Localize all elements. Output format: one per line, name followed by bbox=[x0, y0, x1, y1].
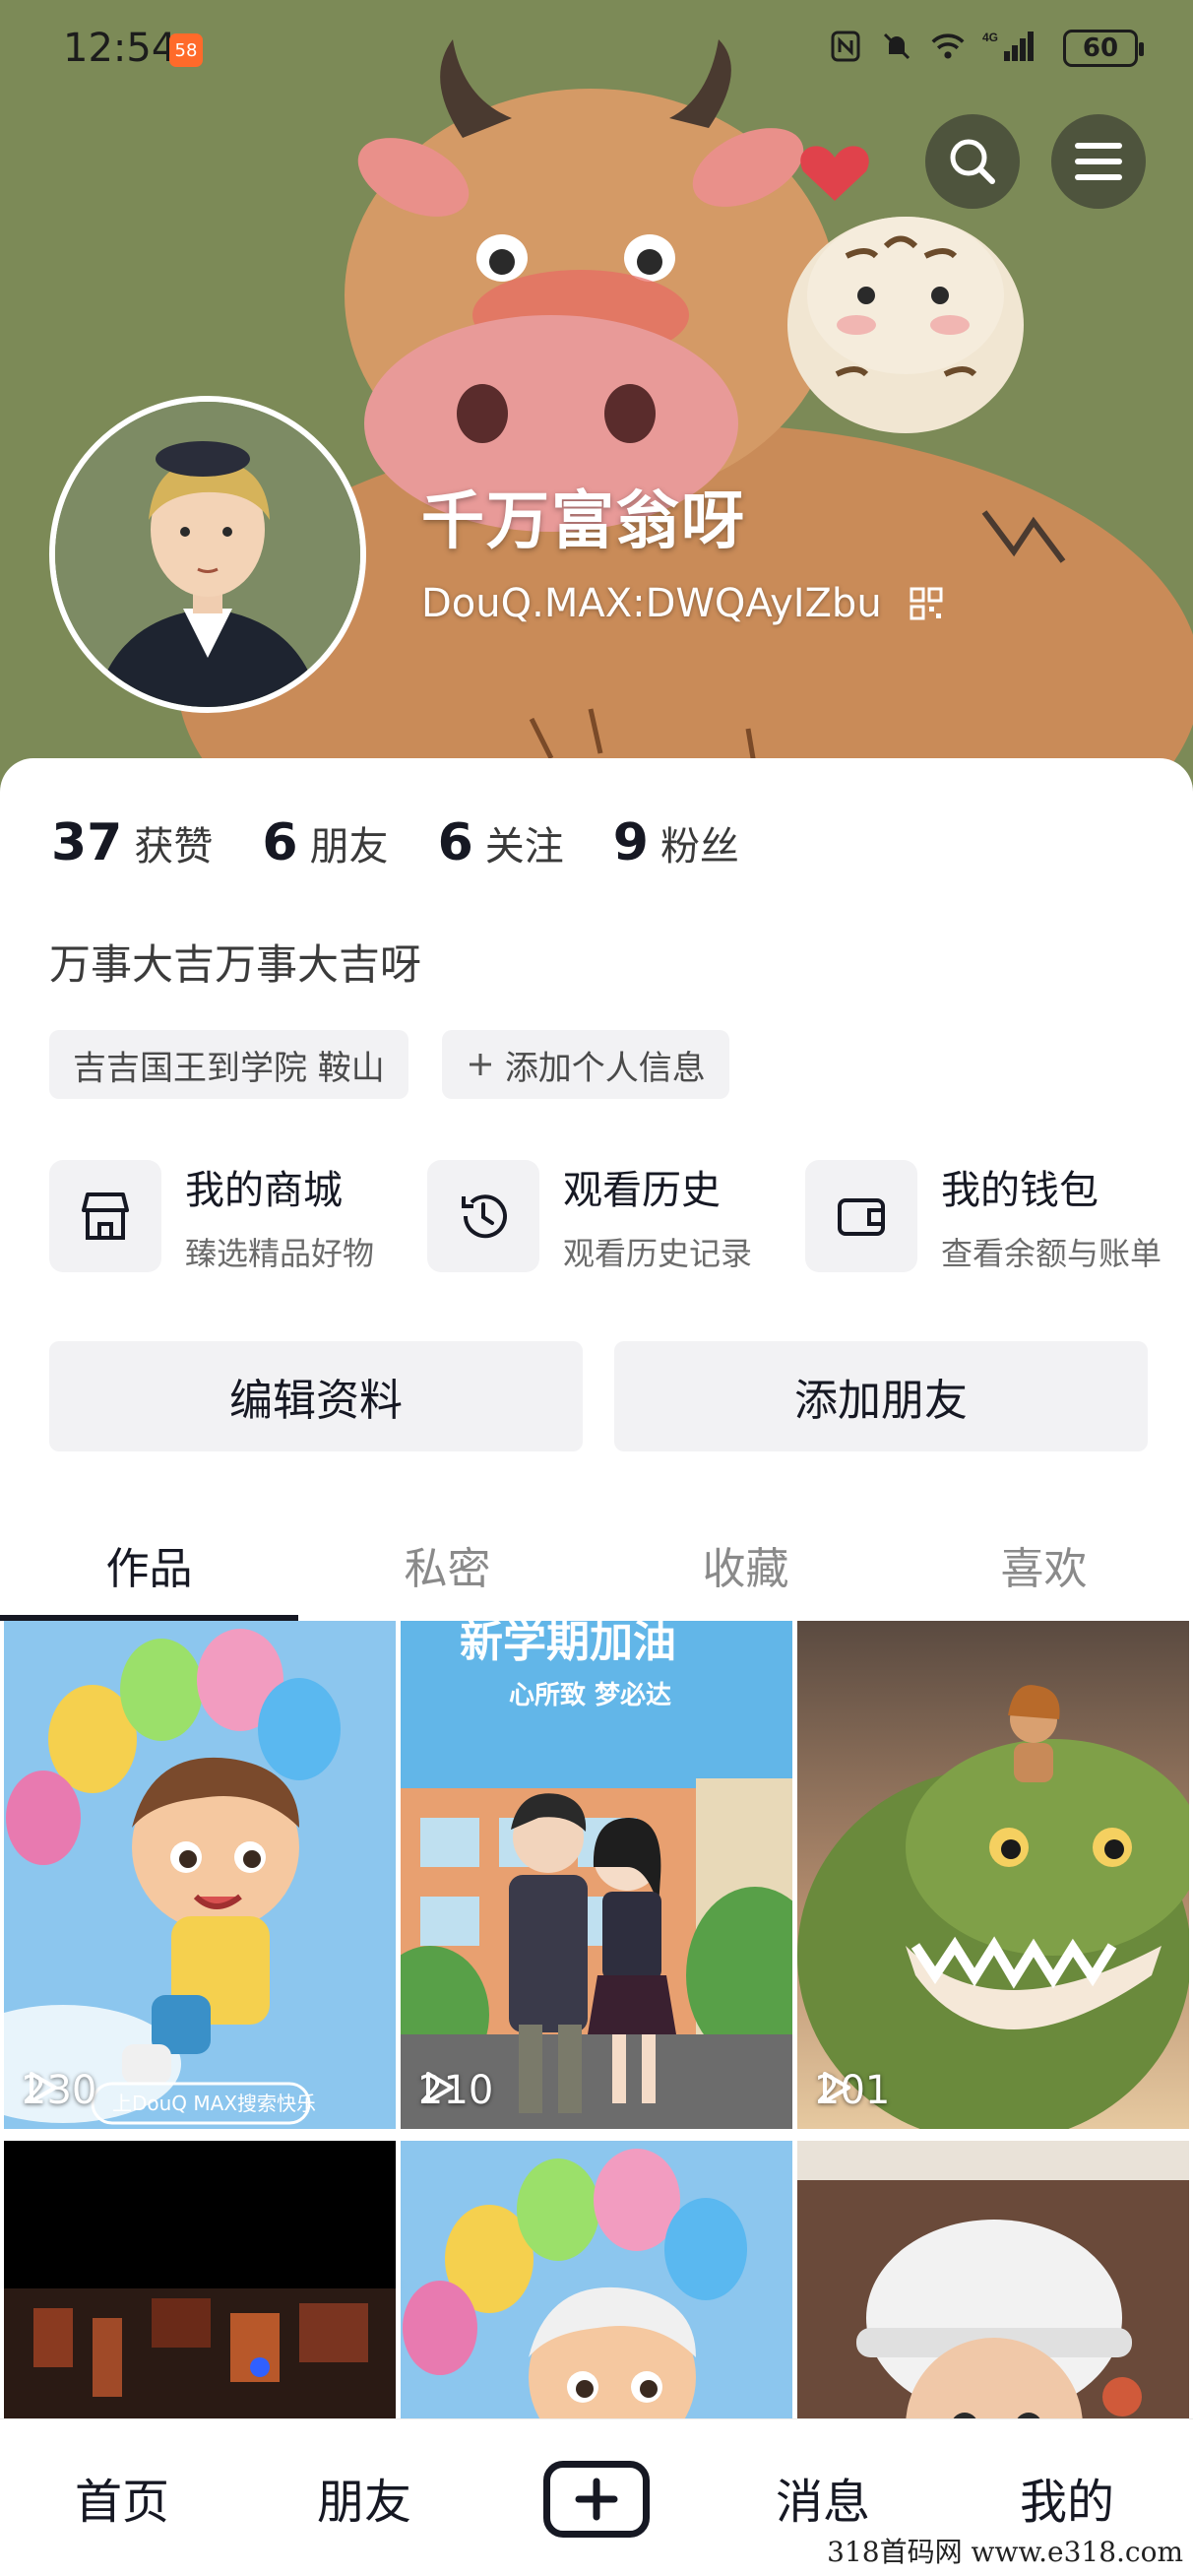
history-icon bbox=[426, 1160, 539, 1272]
nav-friends[interactable]: 朋友 bbox=[317, 2463, 411, 2532]
stat-label: 朋友 bbox=[309, 824, 389, 869]
nfc-icon bbox=[829, 30, 862, 63]
battery-indicator: 60 bbox=[1063, 30, 1144, 67]
plus-icon bbox=[575, 2478, 618, 2521]
watermark-text: 318首码网 www.e318.com bbox=[827, 2536, 1183, 2568]
tab-private[interactable]: 私密 bbox=[298, 1507, 596, 1623]
service-title: 观看历史 bbox=[562, 1168, 721, 1213]
mute-bell-icon bbox=[880, 30, 913, 63]
stats-row: 37 获赞 6 朋友 6 关注 9 粉丝 bbox=[51, 813, 739, 872]
tab-favorites[interactable]: 收藏 bbox=[596, 1507, 895, 1623]
video-tile[interactable]: 新学期加油 心所致 梦必达 210 bbox=[401, 1621, 792, 2129]
stat-value: 6 bbox=[262, 813, 298, 872]
service-subtitle: 臻选精品好物 bbox=[185, 1235, 375, 1272]
bottom-navigation: 首页 朋友 消息 我的 318首码网 www.e318.com bbox=[0, 2418, 1193, 2576]
service-subtitle: 观看历史记录 bbox=[562, 1235, 752, 1272]
service-title: 我的钱包 bbox=[940, 1168, 1099, 1213]
create-button[interactable] bbox=[543, 2461, 650, 2538]
video-tile[interactable]: 上DouQ MAX搜索快乐 230 bbox=[4, 1621, 396, 2129]
edit-profile-button[interactable]: 编辑资料 bbox=[49, 1341, 583, 1451]
video-overlay-text: 新学期加油 bbox=[460, 1621, 676, 1667]
stat-followers[interactable]: 9 粉丝 bbox=[613, 813, 739, 872]
service-store[interactable]: 我的商城 臻选精品好物 bbox=[49, 1158, 374, 1274]
stat-value: 9 bbox=[612, 813, 649, 872]
search-button[interactable] bbox=[925, 114, 1020, 209]
video-tile[interactable]: 201 bbox=[797, 1621, 1189, 2129]
play-icon bbox=[823, 2072, 850, 2103]
stat-value: 37 bbox=[51, 813, 123, 872]
stat-value: 6 bbox=[437, 813, 473, 872]
nav-home[interactable]: 首页 bbox=[75, 2463, 169, 2532]
account-id-row[interactable]: DouQ.MAX:DWQAyIZbu bbox=[421, 581, 943, 626]
app-notification-badge: 58 bbox=[169, 33, 203, 67]
avatar-image bbox=[55, 402, 360, 707]
stat-following[interactable]: 6 关注 bbox=[438, 813, 564, 872]
play-count: 201 bbox=[815, 2068, 890, 2113]
stat-friends[interactable]: 6 朋友 bbox=[262, 813, 388, 872]
play-count: 230 bbox=[22, 2068, 96, 2113]
stat-likes[interactable]: 37 获赞 bbox=[51, 813, 213, 872]
nav-me[interactable]: 我的 bbox=[1020, 2463, 1114, 2532]
search-icon bbox=[950, 139, 995, 184]
service-subtitle: 查看余额与账单 bbox=[940, 1235, 1162, 1272]
service-title: 我的商城 bbox=[185, 1168, 343, 1213]
add-friends-button[interactable]: 添加朋友 bbox=[614, 1341, 1148, 1451]
avatar[interactable] bbox=[49, 396, 366, 713]
services-row: 我的商城 臻选精品好物 观看历史 观看历史记录 我的钱包 查看余额与账单 bbox=[49, 1158, 1162, 1274]
tab-likes[interactable]: 喜欢 bbox=[895, 1507, 1193, 1623]
video-thumbnail bbox=[797, 1621, 1189, 2129]
play-icon bbox=[426, 2072, 454, 2103]
tab-works[interactable]: 作品 bbox=[0, 1507, 298, 1623]
stat-label: 粉丝 bbox=[659, 824, 739, 869]
profile-nickname: 千万富翁呀 bbox=[421, 485, 746, 558]
svg-text:4G: 4G bbox=[982, 31, 998, 44]
location-tag-label: 吉吉国王到学院 鞍山 bbox=[73, 1048, 385, 1088]
stat-label: 获赞 bbox=[134, 824, 214, 869]
add-info-label: 添加个人信息 bbox=[504, 1048, 706, 1088]
status-time: 12:54 bbox=[63, 26, 177, 71]
content-tabs: 作品 私密 收藏 喜欢 bbox=[0, 1507, 1193, 1623]
menu-button[interactable] bbox=[1051, 114, 1146, 209]
wifi-icon bbox=[931, 30, 965, 63]
play-icon bbox=[30, 2072, 57, 2103]
nav-messages[interactable]: 消息 bbox=[776, 2463, 870, 2532]
status-bar: 12:54 58 4G 60 bbox=[0, 0, 1193, 98]
plus-icon bbox=[469, 1054, 491, 1075]
account-id: DouQ.MAX:DWQAyIZbu bbox=[421, 581, 882, 626]
store-icon bbox=[49, 1160, 161, 1272]
video-thumbnail: 新学期加油 心所致 梦必达 bbox=[401, 1621, 792, 2129]
menu-icon bbox=[1075, 143, 1122, 180]
qr-code-icon[interactable] bbox=[910, 587, 943, 620]
profile-tags: 吉吉国王到学院 鞍山 添加个人信息 bbox=[49, 1030, 729, 1099]
wallet-icon bbox=[804, 1160, 917, 1272]
service-wallet[interactable]: 我的钱包 查看余额与账单 bbox=[804, 1158, 1162, 1274]
profile-bio: 万事大吉万事大吉呀 bbox=[49, 940, 422, 989]
status-icons: 4G bbox=[829, 30, 1036, 63]
service-history[interactable]: 观看历史 观看历史记录 bbox=[426, 1158, 752, 1274]
stat-label: 关注 bbox=[484, 824, 564, 869]
cellular-signal-icon: 4G bbox=[982, 30, 1036, 63]
profile-banner[interactable]: 12:54 58 4G 60 千万富翁呀 DouQ.MAX:DWQAyIZbu bbox=[0, 0, 1193, 807]
video-overlay-subtext: 心所致 梦必达 bbox=[509, 1680, 671, 1710]
location-tag[interactable]: 吉吉国王到学院 鞍山 bbox=[49, 1030, 408, 1099]
video-thumbnail: 上DouQ MAX搜索快乐 bbox=[4, 1621, 396, 2129]
video-overlay-text: 上DouQ MAX搜索快乐 bbox=[112, 2092, 316, 2115]
profile-actions: 编辑资料 添加朋友 bbox=[49, 1341, 1148, 1451]
play-count: 210 bbox=[418, 2068, 493, 2113]
add-info-tag[interactable]: 添加个人信息 bbox=[441, 1030, 729, 1099]
